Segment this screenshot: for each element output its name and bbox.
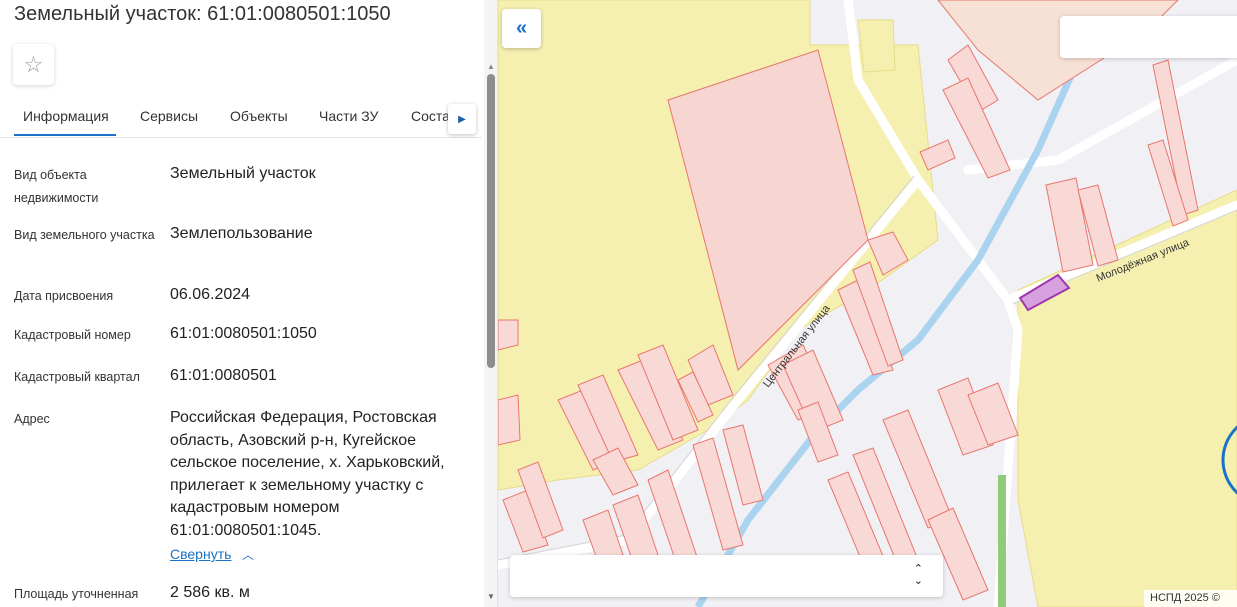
favorite-button[interactable]: ☆	[13, 44, 54, 85]
tab-information[interactable]: Информация	[23, 108, 109, 124]
address-label: Адрес	[14, 412, 50, 426]
chevron-up-down-icon[interactable]: ⌃ ⌄	[914, 563, 923, 587]
assign-date-label: Дата присвоения	[14, 289, 114, 303]
info-panel: Земельный участок: 61:01:0080501:1050 ✕ …	[0, 0, 498, 607]
address-value: Российская Федерация, Ростовская область…	[170, 409, 445, 539]
tab-parts[interactable]: Части ЗУ	[319, 108, 378, 124]
map-copyright: НСПД 2025 ©	[1144, 590, 1237, 607]
green-strip	[998, 475, 1006, 607]
star-icon: ☆	[23, 51, 44, 77]
tabs-scroll-right-button[interactable]: ▶	[448, 104, 476, 134]
scroll-down-icon[interactable]: ▼	[487, 592, 495, 601]
tab-composition[interactable]: Соста	[411, 108, 450, 124]
land-type-value: Землепользование	[170, 225, 313, 242]
panel-scrollbar[interactable]: ▲ ▼	[484, 0, 497, 607]
tab-services[interactable]: Сервисы	[140, 108, 198, 124]
cadastral-number-value: 61:01:0080501:1050	[170, 325, 317, 342]
double-chevron-left-icon: «	[515, 17, 528, 39]
active-tab-indicator	[14, 134, 116, 136]
road	[963, 55, 1237, 175]
parcel	[722, 424, 764, 506]
area-value: 2 586 кв. м	[170, 584, 250, 601]
parcel	[498, 394, 521, 446]
object-type-value: Земельный участок	[170, 165, 316, 182]
map-search-box[interactable]	[1060, 16, 1237, 58]
collapse-panel-button[interactable]: «	[502, 9, 541, 48]
cadastral-number-label: Кадастровый номер	[14, 328, 131, 342]
tab-objects[interactable]: Объекты	[230, 108, 288, 124]
assign-date-value: 06.06.2024	[170, 286, 251, 303]
area-label: Площадь уточненная	[14, 587, 139, 601]
cadastral-quarter-label: Кадастровый квартал	[14, 370, 140, 384]
land-type-label: Вид земельного участка	[14, 228, 155, 242]
cadastral-quarter-value: 61:01:0080501	[170, 367, 277, 384]
page-title: Земельный участок: 61:01:0080501:1050	[14, 3, 391, 25]
object-type-label: Вид объекта недвижимости	[14, 168, 99, 205]
tab-bar: Информация Сервисы Объекты Части ЗУ Сост…	[0, 98, 482, 138]
scroll-up-icon[interactable]: ▲	[487, 62, 495, 71]
scroll-thumb[interactable]	[487, 74, 495, 368]
collapse-link[interactable]: Свернуть	[170, 546, 231, 562]
map-canvas[interactable]: Центральная улица Молодёжная улица	[498, 0, 1237, 607]
map-view[interactable]: Центральная улица Молодёжная улица « ⌃ ⌄ …	[498, 0, 1237, 607]
chevron-up-icon[interactable]: ︿	[242, 546, 254, 563]
zone-area	[857, 19, 896, 73]
parcel	[498, 319, 519, 351]
chevron-right-icon: ▶	[458, 113, 466, 125]
layer-select[interactable]: ⌃ ⌄	[510, 555, 943, 597]
